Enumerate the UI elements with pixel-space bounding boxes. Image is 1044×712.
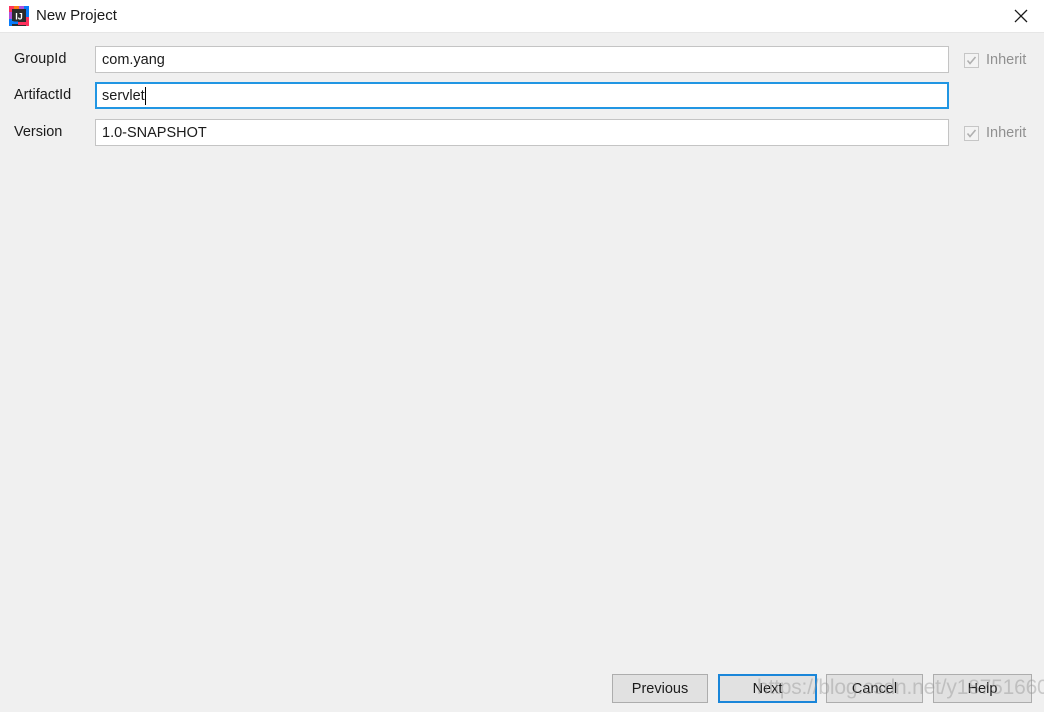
form-row-groupid: GroupId Inherit (0, 46, 1044, 73)
version-label: Version (14, 124, 63, 140)
groupid-label: GroupId (14, 51, 67, 67)
close-icon (1014, 9, 1028, 23)
groupid-inherit-label: Inherit (986, 52, 1027, 68)
version-input[interactable] (95, 119, 949, 146)
form-row-version: Version Inherit (0, 119, 1044, 146)
intellij-idea-icon: IJ (9, 6, 29, 26)
window-title: New Project (36, 7, 117, 24)
groupid-input[interactable] (95, 46, 949, 73)
title-bar: IJ New Project (0, 0, 1044, 33)
help-button[interactable]: Help (933, 674, 1032, 703)
next-button[interactable]: Next (718, 674, 817, 703)
text-cursor (145, 87, 147, 105)
artifactid-label: ArtifactId (14, 87, 72, 103)
version-inherit-checkbox[interactable]: Inherit (964, 123, 1026, 143)
close-button[interactable] (998, 0, 1044, 32)
form-row-artifactid: ArtifactId (0, 82, 1044, 109)
svg-text:IJ: IJ (15, 12, 23, 22)
new-project-dialog: IJ New Project GroupId com.yang Inherit … (0, 0, 1044, 712)
previous-button[interactable]: Previous (612, 674, 708, 703)
artifactid-input[interactable] (95, 82, 949, 109)
checkmark-icon (964, 125, 979, 141)
dialog-button-bar: Previous Next Cancel Help (0, 674, 1044, 712)
groupid-inherit-checkbox[interactable]: Inherit (964, 50, 1026, 70)
maven-coordinates-form: GroupId Inherit ArtifactId Version (0, 33, 1044, 712)
checkmark-icon (964, 52, 979, 68)
cancel-button[interactable]: Cancel (826, 674, 923, 703)
version-inherit-label: Inherit (986, 125, 1027, 141)
